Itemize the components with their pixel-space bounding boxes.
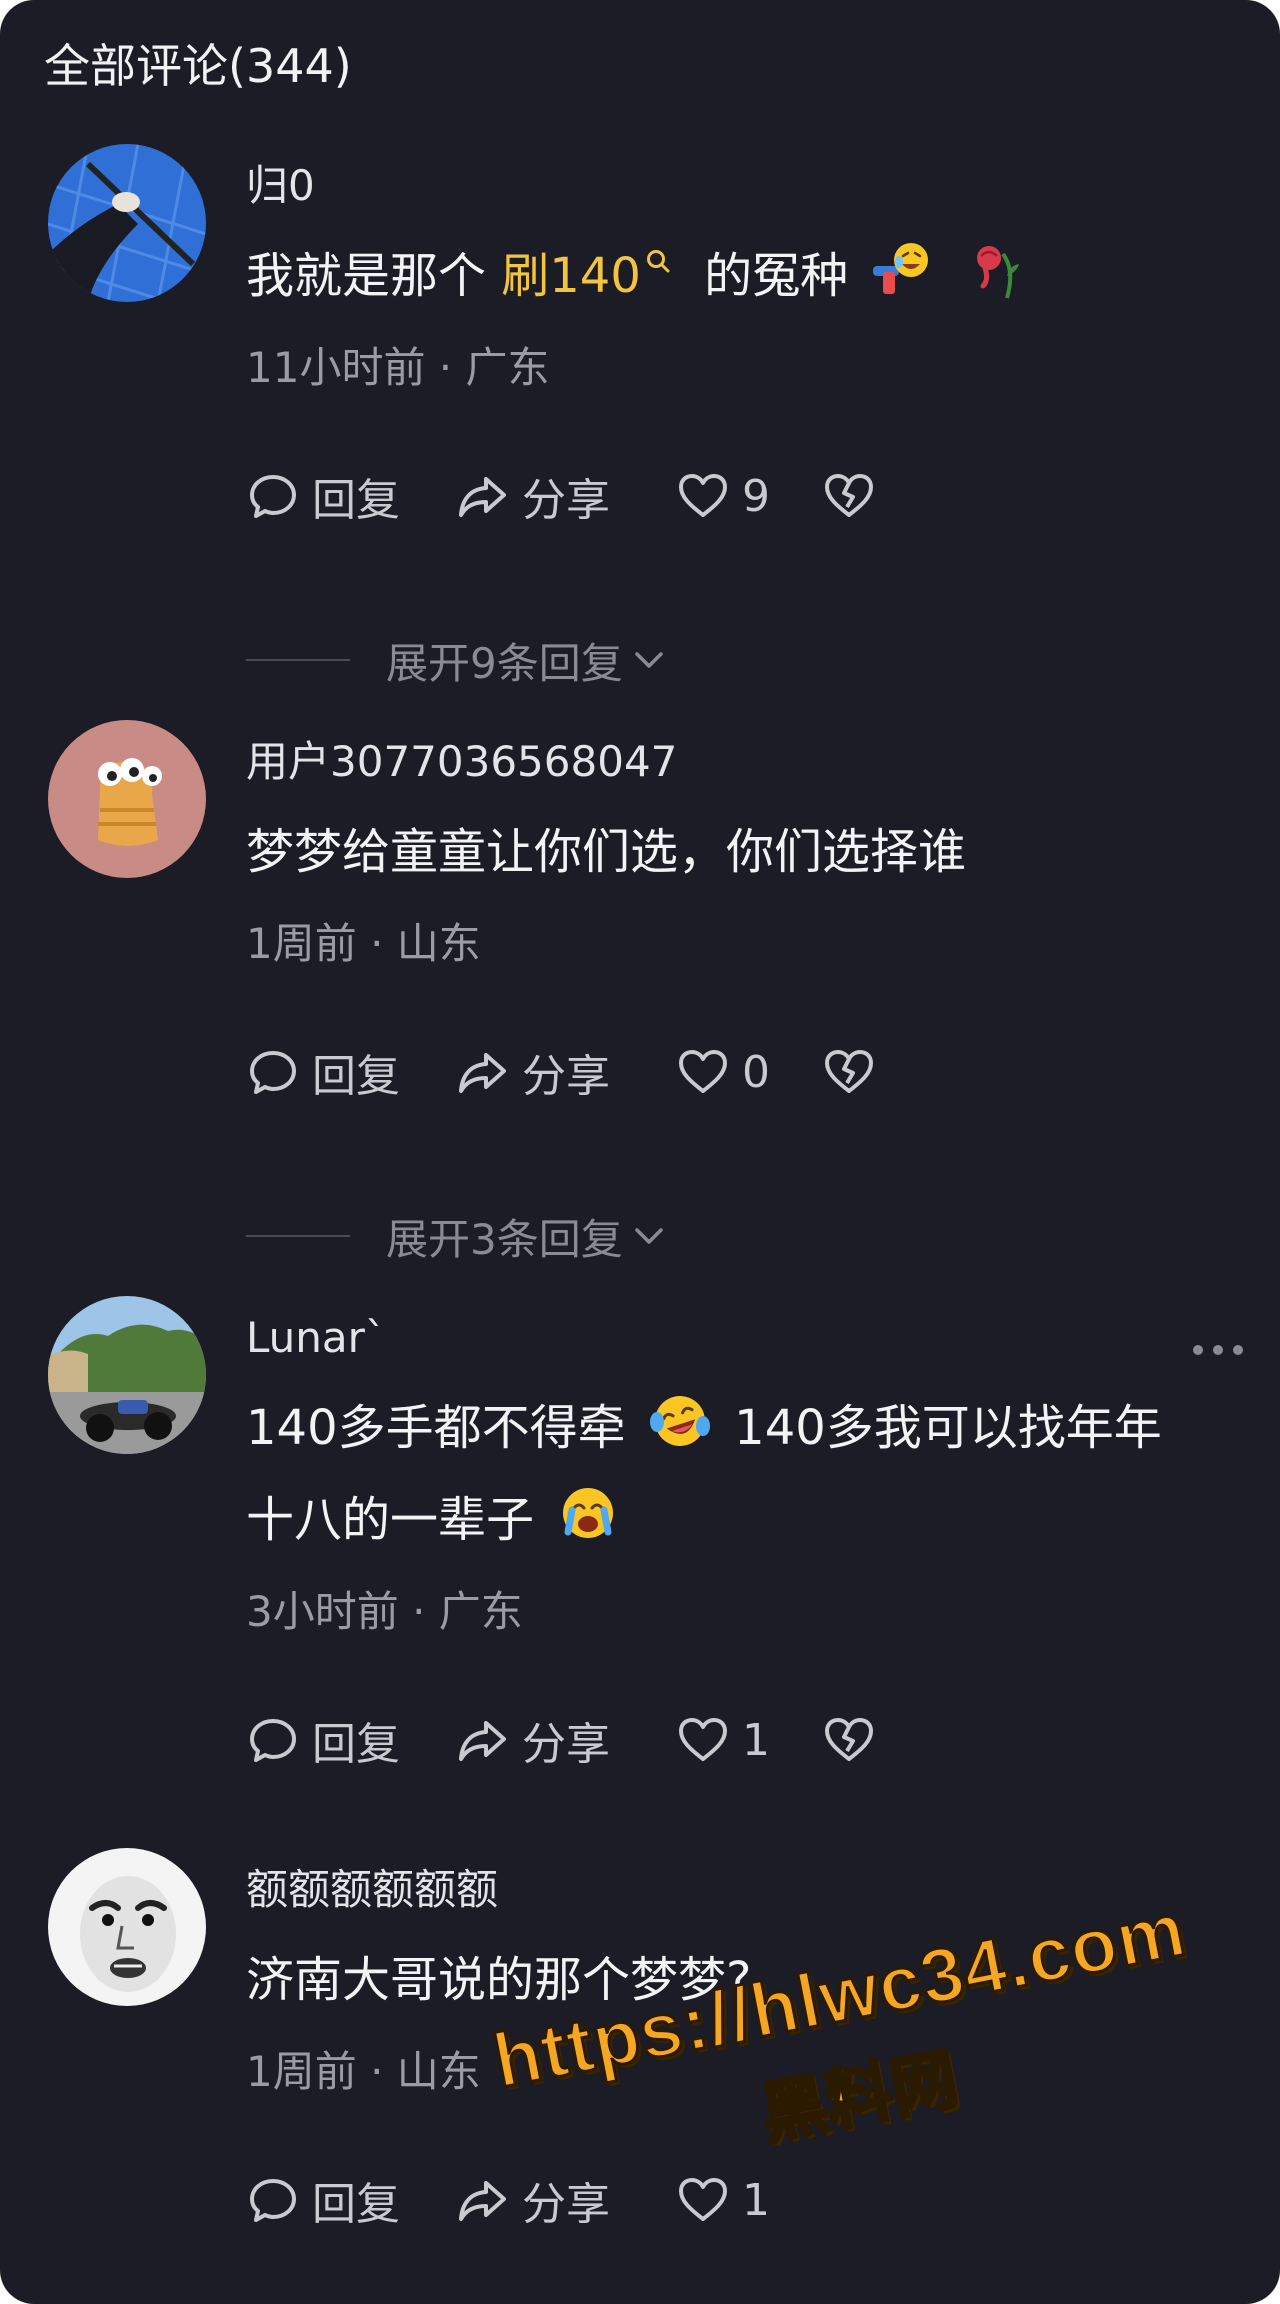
action-bar: 回复 分享 9 [246, 466, 1246, 526]
share-button[interactable]: 分享 [456, 466, 610, 526]
reply-label: 回复 [312, 2179, 400, 2230]
like-count: 1 [742, 2174, 770, 2226]
like-button[interactable]: 0 [676, 1042, 770, 1102]
comment-meta: 1周前 · 山东 [246, 2047, 481, 2096]
username[interactable]: 归0 [246, 158, 315, 214]
avatar[interactable] [48, 1296, 206, 1454]
comment-meta: 11小时前 · 广东 [246, 343, 550, 392]
comment-text-part: 140多手都不得牵 [246, 1400, 626, 1456]
like-button[interactable]: 1 [676, 2170, 770, 2230]
comment-text: 梦梦给童童让你们选，你们选择谁 [246, 824, 967, 880]
expand-label: 展开3条回复 [386, 1214, 623, 1264]
share-icon [459, 477, 506, 517]
action-bar: 回复 分享 1 [246, 1710, 1246, 1770]
reply-icon [250, 2179, 296, 2222]
username[interactable]: Lunar` [246, 1310, 386, 1366]
chevron-down-icon [634, 652, 663, 668]
crying-emoji [563, 1488, 614, 1538]
search-link[interactable]: 刷140 [501, 248, 641, 304]
wilted-rose-emoji [976, 246, 1019, 299]
broken-heart-icon [825, 1050, 873, 1093]
reply-label: 回复 [312, 475, 400, 526]
share-button[interactable]: 分享 [456, 2170, 610, 2230]
share-icon [459, 2181, 506, 2221]
comment-meta: 3小时前 · 广东 [246, 1587, 523, 1636]
broken-heart-icon [825, 1718, 873, 1761]
dislike-button[interactable] [822, 466, 876, 526]
avatar[interactable] [48, 1848, 206, 2006]
divider-line [246, 659, 350, 661]
heart-icon [679, 474, 727, 517]
reply-button[interactable]: 回复 [246, 466, 400, 526]
reply-icon [250, 1719, 296, 1762]
comment-text-part: 十八的一辈子 [246, 1492, 535, 1548]
dislike-button[interactable] [822, 1042, 876, 1102]
avatar[interactable] [48, 720, 206, 878]
like-button[interactable]: 9 [676, 466, 770, 526]
expand-replies-button[interactable]: 展开9条回复 [246, 630, 669, 690]
more-options-icon[interactable] [1190, 1340, 1246, 1360]
expand-label: 展开9条回复 [386, 638, 623, 688]
comment-text: 济南大哥说的那个梦梦? [246, 1952, 752, 2008]
comment-text: 我就是那个 刷140 的冤种 [246, 230, 1236, 322]
reply-button[interactable]: 回复 [246, 2170, 400, 2230]
laughing-crying-emoji [873, 243, 929, 294]
avatar[interactable] [48, 144, 206, 302]
tears-of-joy-emoji [649, 1396, 710, 1446]
heart-icon [679, 1050, 727, 1093]
dislike-button[interactable] [822, 1710, 876, 1770]
username[interactable]: 用户3077036568047 [246, 734, 677, 790]
share-label: 分享 [522, 2179, 610, 2230]
reply-button[interactable]: 回复 [246, 1710, 400, 1770]
search-icon[interactable] [645, 248, 671, 274]
comment-meta: 1周前 · 山东 [246, 919, 481, 968]
comment-text-part: 的冤种 [688, 248, 849, 304]
heart-icon [679, 2178, 727, 2221]
share-button[interactable]: 分享 [456, 1042, 610, 1102]
like-count: 1 [742, 1714, 770, 1766]
broken-heart-icon [825, 474, 873, 517]
like-count: 0 [742, 1046, 770, 1098]
action-bar: 回复 分享 0 [246, 1042, 1246, 1102]
chevron-down-icon [634, 1228, 663, 1244]
share-label: 分享 [522, 1719, 610, 1770]
expand-replies-button[interactable]: 展开3条回复 [246, 1206, 669, 1266]
share-label: 分享 [522, 475, 610, 526]
reply-label: 回复 [312, 1719, 400, 1770]
divider-line [246, 1235, 350, 1237]
share-button[interactable]: 分享 [456, 1710, 610, 1770]
share-icon [459, 1053, 506, 1093]
reply-icon [250, 1051, 296, 1094]
heart-icon [679, 1718, 727, 1761]
reply-label: 回复 [312, 1051, 400, 1102]
share-label: 分享 [522, 1051, 610, 1102]
reply-button[interactable]: 回复 [246, 1042, 400, 1102]
comment-panel: 全部评论(344) 归0 我就是那个 刷140 的冤种 11小时前 · 广东 回… [0, 0, 1280, 2304]
comment-text-part: 140多我可以找年年 [734, 1400, 1162, 1456]
like-button[interactable]: 1 [676, 1710, 770, 1770]
reply-icon [250, 475, 296, 518]
username[interactable]: 额额额额额额 [246, 1862, 498, 1918]
comment-text-part: 我就是那个 [246, 248, 502, 304]
comment-text: 140多手都不得牵 140多我可以找年年 十八的一辈子 [246, 1382, 1236, 1566]
comments-header: 全部评论(344) [44, 39, 352, 93]
action-bar: 回复 分享 1 [246, 2170, 1246, 2230]
like-count: 9 [742, 470, 770, 522]
share-icon [459, 1721, 506, 1761]
